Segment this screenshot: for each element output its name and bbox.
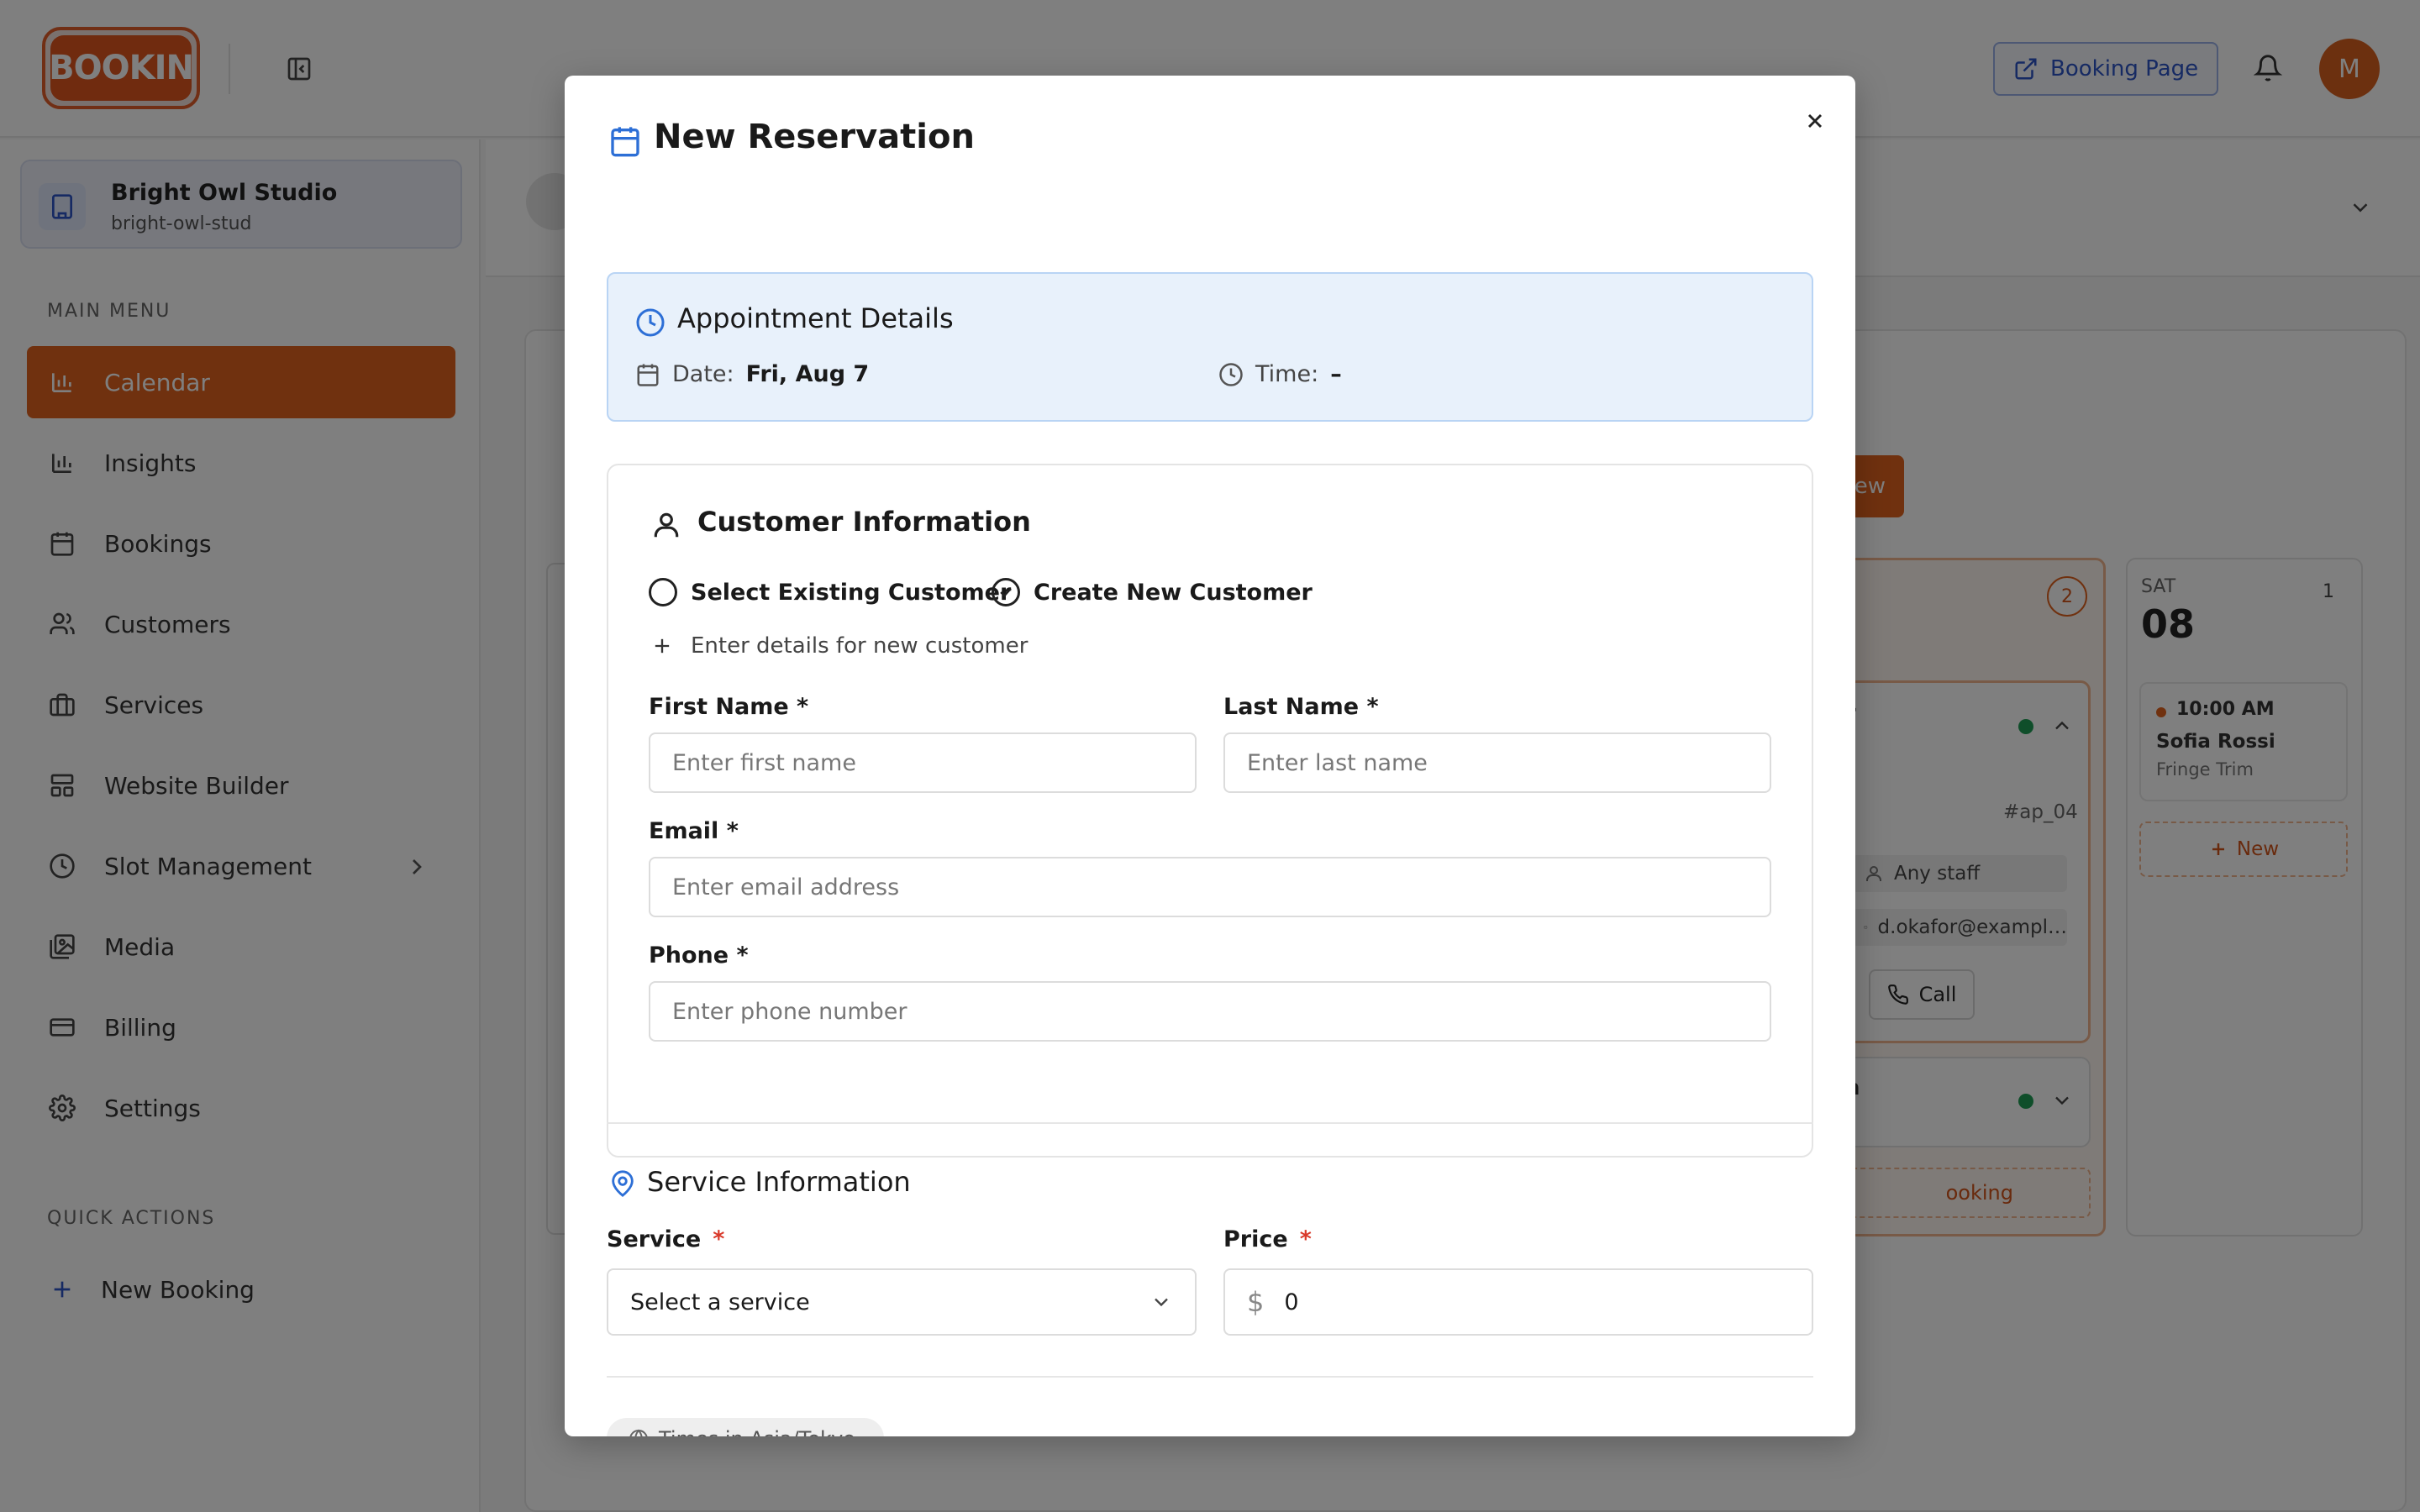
new-customer-hint: Enter details for new customer — [650, 633, 1028, 659]
calendar-icon — [637, 364, 659, 386]
check-circle-icon — [992, 578, 1020, 606]
radio-select-existing-customer[interactable]: Select Existing Customer — [649, 578, 1011, 606]
close-icon — [1807, 113, 1823, 129]
first-name-input[interactable] — [649, 732, 1197, 793]
service-select-value: Select a service — [630, 1289, 810, 1315]
map-pin-icon — [612, 1170, 634, 1197]
time-label: Time: — [1255, 361, 1319, 387]
service-label: Service * — [607, 1226, 725, 1252]
price-input[interactable]: $ 0 — [1223, 1268, 1813, 1336]
email-label: Email * — [649, 818, 739, 844]
plus-icon — [655, 638, 670, 654]
clock-icon — [1219, 362, 1243, 386]
price-label: Price * — [1223, 1226, 1312, 1252]
section-divider — [607, 1122, 1813, 1124]
customer-information-card: Customer Information Select Existing Cus… — [607, 464, 1813, 1158]
hint-text: Enter details for new customer — [691, 633, 1028, 659]
user-icon — [654, 512, 679, 538]
time-value: – — [1330, 361, 1342, 387]
appointment-details-title: Appointment Details — [677, 302, 954, 334]
service-select[interactable]: Select a service — [607, 1268, 1197, 1336]
chevron-down-icon — [1155, 1298, 1168, 1307]
radio-label: Create New Customer — [1034, 579, 1313, 606]
timezone-pill: Times in Asia/Tokyo — [607, 1418, 884, 1436]
service-information-title: Service Information — [647, 1166, 911, 1198]
first-name-label: First Name * — [649, 694, 809, 720]
clock-icon — [636, 308, 665, 337]
last-name-input[interactable] — [1223, 732, 1771, 793]
appointment-date: Date: Fri, Aug 7 — [635, 361, 869, 387]
date-value: Fri, Aug 7 — [745, 361, 870, 387]
radio-empty-icon — [649, 578, 677, 606]
dialog-title: New Reservation — [654, 118, 975, 156]
appointment-details-card: Appointment Details Date: Fri, Aug 7 Tim… — [607, 272, 1813, 422]
radio-create-new-customer[interactable]: Create New Customer — [992, 578, 1313, 606]
price-value: 0 — [1284, 1289, 1299, 1315]
timezone-label: Times in Asia/Tokyo — [659, 1427, 855, 1436]
phone-label: Phone * — [649, 942, 749, 969]
radio-label: Select Existing Customer — [691, 579, 1012, 606]
globe-icon — [629, 1429, 648, 1436]
dollar-icon: $ — [1247, 1286, 1265, 1318]
last-name-label: Last Name * — [1223, 694, 1379, 720]
appointment-time: Time: – — [1218, 361, 1342, 387]
phone-input[interactable] — [649, 981, 1771, 1042]
close-button[interactable] — [1800, 106, 1830, 136]
calendar-icon — [611, 127, 639, 157]
new-reservation-dialog: New Reservation Appointment Details Date… — [565, 76, 1855, 1436]
customer-information-title: Customer Information — [697, 506, 1031, 538]
date-label: Date: — [672, 361, 734, 387]
email-input[interactable] — [649, 857, 1771, 917]
section-divider — [607, 1376, 1813, 1378]
